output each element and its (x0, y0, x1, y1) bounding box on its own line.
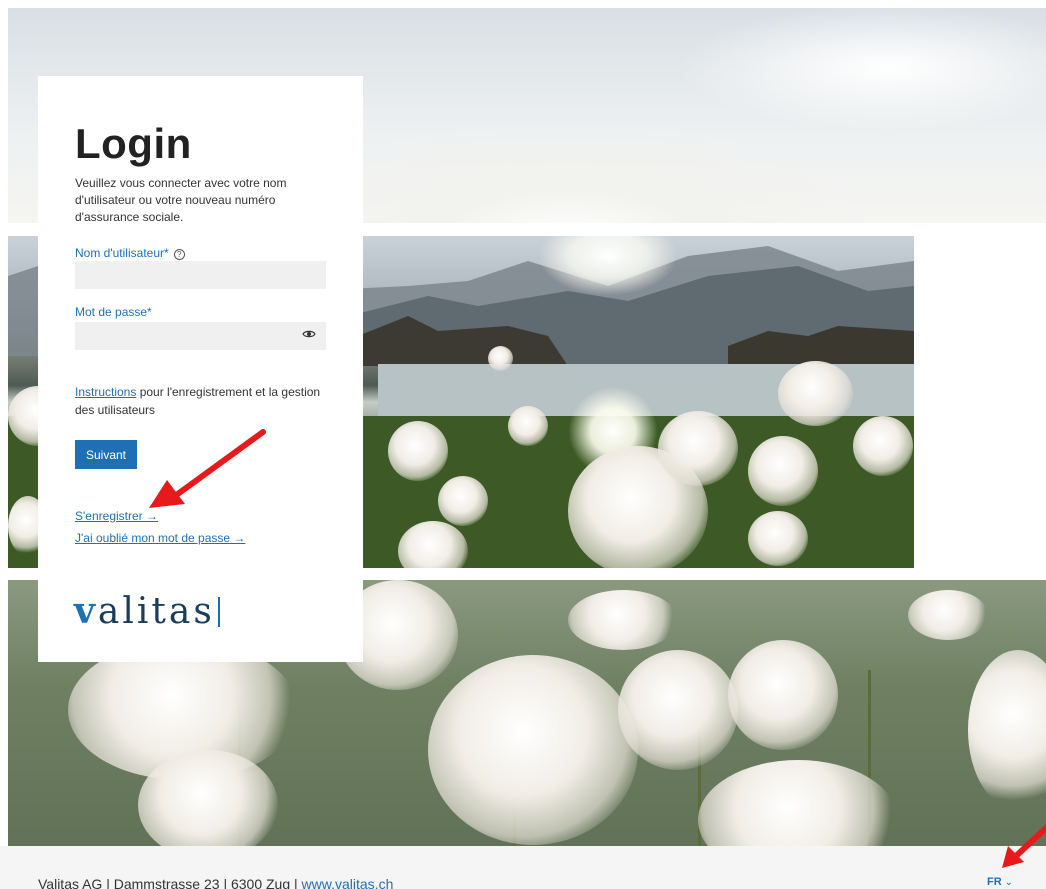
page-title: Login (75, 120, 192, 167)
logo-rest: alitas (97, 591, 215, 632)
annotation-arrow-language (1002, 825, 1046, 868)
annotation-arrow-register (149, 429, 266, 508)
username-label: Nom d'utilisateur*? (75, 246, 185, 260)
instructions-text: Instructions pour l'enregistrement et la… (75, 383, 325, 419)
website-link[interactable]: www.valitas.ch (302, 876, 394, 889)
logo-first-letter: v (74, 590, 98, 632)
forgot-password-link[interactable]: J'ai oublié mon mot de passe → (75, 531, 245, 545)
footer-address-text: Valitas AG | Dammstrasse 23 | 6300 Zug | (38, 876, 302, 889)
next-button[interactable]: Suivant (75, 440, 137, 469)
password-label: Mot de passe* (75, 305, 152, 319)
username-input[interactable] (75, 261, 326, 289)
language-code: FR (987, 876, 1002, 888)
valitas-logo: valitas (74, 590, 220, 632)
username-label-text: Nom d'utilisateur* (75, 246, 169, 260)
footer-address: Valitas AG | Dammstrasse 23 | 6300 Zug |… (38, 876, 393, 889)
eye-icon[interactable] (302, 329, 316, 339)
password-input[interactable] (75, 322, 326, 350)
question-circle-icon[interactable]: ? (173, 249, 185, 260)
login-card: Login Veuillez vous connecter avec votre… (38, 76, 363, 662)
language-selector[interactable]: FR ⌄ (987, 876, 1013, 888)
footer: Valitas AG | Dammstrasse 23 | 6300 Zug |… (0, 846, 1046, 889)
login-intro-text: Veuillez vous connecter avec votre nom d… (75, 176, 287, 224)
chevron-down-icon: ⌄ (1004, 877, 1014, 888)
instructions-link[interactable]: Instructions (75, 385, 136, 399)
